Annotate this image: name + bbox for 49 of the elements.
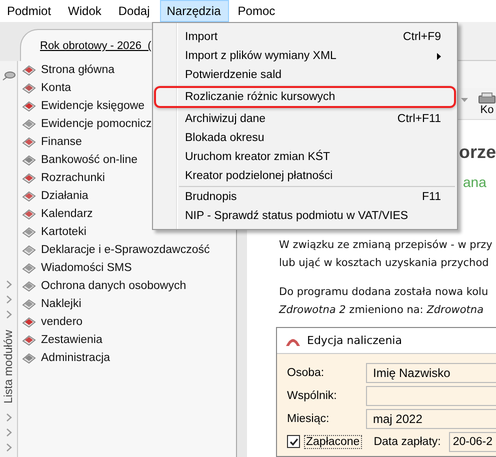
module-item[interactable]: Kalendarz [41, 208, 93, 220]
input-field[interactable]: Imię Nazwisko [366, 362, 496, 382]
field-label: Wspólnik: [287, 390, 338, 402]
article-paragraph: Do programu dodana została nowa kolu Zdrowotna 2 zmieniono na: Zdrowotna [279, 285, 490, 318]
article-subheading: ana [463, 173, 488, 191]
field-label: Data zapłaty: [374, 436, 441, 448]
module-item[interactable]: Konta [41, 82, 72, 94]
menu-bar-item[interactable]: Narzędzia [160, 0, 229, 22]
checkbox[interactable] [287, 435, 300, 448]
module-item[interactable]: Działania [41, 190, 88, 202]
module-item[interactable]: Wiadomości SMS [41, 262, 132, 274]
sidebar-title: Lista modułów [2, 330, 14, 404]
date-field[interactable]: 20-06-2 [448, 432, 496, 452]
checkbox-label[interactable]: Zapłacone [304, 434, 362, 448]
input-field[interactable]: maj 2022 [366, 408, 496, 428]
menu-bar-item[interactable]: Podmiot [0, 0, 60, 22]
module-item[interactable]: Zestawienia [41, 334, 102, 346]
module-item[interactable]: Bankowość on-line [41, 154, 138, 166]
dropdown-arrow-icon[interactable] [461, 98, 468, 102]
article-paragraph: W związku ze zmianą przepisów - w przy lub ująć w kosztach uzyskania przychod [279, 238, 494, 271]
menu-bar-item[interactable]: Dodaj [111, 0, 158, 22]
menu-item[interactable]: Archiwizuj dane Ctrl+F11 [155, 110, 455, 128]
module-item[interactable]: Ewidencje księgowe [41, 100, 145, 112]
module-item[interactable]: Naklejki [41, 298, 82, 310]
toolbar-button[interactable]: Ko [478, 88, 496, 116]
module-item[interactable]: vendero [41, 316, 83, 328]
menu-item[interactable]: Kreator podzielonej płatności [155, 167, 455, 185]
module-item[interactable]: Ewidencje pomocnicz [41, 118, 152, 130]
menu-item[interactable]: Brudnopis F11 [155, 188, 455, 206]
module-item[interactable]: Strona główna [41, 64, 115, 76]
menu-item[interactable]: NIP - Sprawdź status podmiotu w VAT/VIES [155, 207, 455, 225]
input-field[interactable] [366, 386, 496, 406]
module-item[interactable]: Ochrona danych osobowych [41, 280, 186, 292]
module-item[interactable]: Kartoteki [41, 226, 86, 238]
submenu-arrow-icon [437, 52, 441, 60]
module-item[interactable]: Rozrachunki [41, 172, 105, 184]
article-heading: orze [459, 141, 496, 164]
module-item[interactable]: Deklaracje i e-Sprawozdawczość [41, 244, 210, 256]
menu-item[interactable]: Potwierdzenie sald [155, 66, 455, 84]
field-label: Osoba: [287, 366, 326, 378]
module-item[interactable]: Finanse [41, 136, 82, 148]
menu-item[interactable]: Uruchom kreator zmian KŚT [155, 148, 455, 166]
menu-item[interactable]: Rozliczanie różnic kursowych [154, 86, 456, 108]
module-item[interactable]: Administracja [41, 352, 110, 364]
menu-item[interactable]: Blokada okresu [155, 129, 455, 147]
dialog-title: Edycja naliczenia [307, 334, 402, 347]
field-label: Miesiąc: [287, 412, 330, 424]
menu-bar-item[interactable]: Widok [61, 0, 110, 22]
menu-bar-item[interactable]: Pomoc [230, 0, 284, 22]
